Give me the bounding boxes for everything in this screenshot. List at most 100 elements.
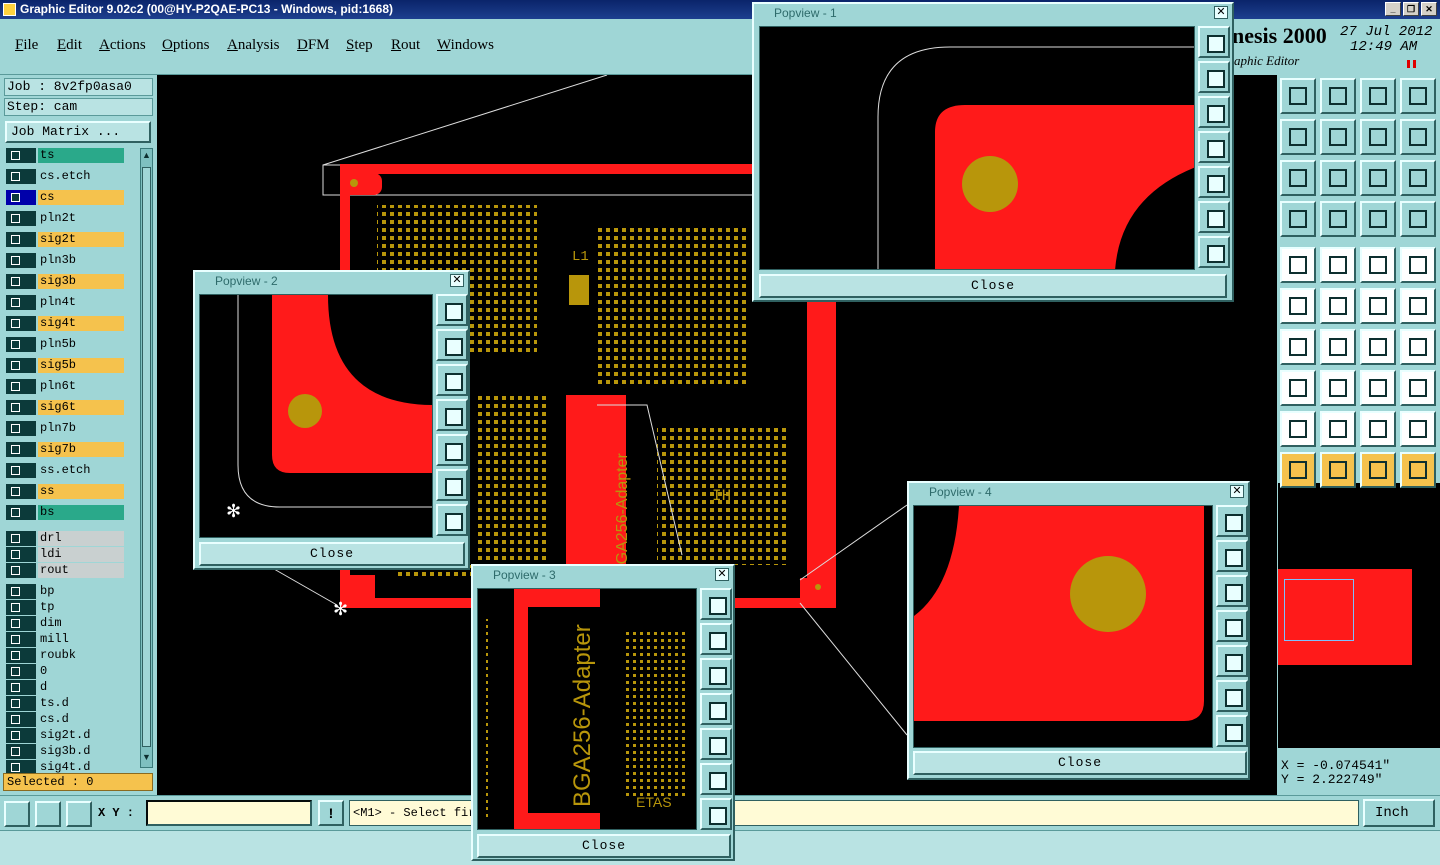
popview-close-icon[interactable]: ✕ (1230, 485, 1244, 498)
layer-row[interactable]: ldi (6, 547, 124, 562)
popview-canvas[interactable] (913, 505, 1213, 748)
layer-checkbox[interactable] (6, 728, 36, 743)
layer-row[interactable]: rout (6, 563, 124, 578)
layer-name[interactable]: cs (38, 190, 124, 205)
grid-icon[interactable] (66, 801, 92, 827)
sync-icon[interactable] (1400, 119, 1436, 155)
layer-name[interactable]: bp (38, 584, 124, 599)
route-icon[interactable] (1400, 452, 1436, 488)
zoom-up-icon[interactable] (1216, 540, 1248, 572)
layer-checkbox[interactable] (6, 584, 36, 599)
layer-checkbox[interactable] (6, 421, 36, 436)
layer-checkbox[interactable] (6, 680, 36, 695)
layer-checkbox[interactable] (6, 744, 36, 759)
zoom-home-icon[interactable] (1280, 78, 1316, 114)
overview-viewport[interactable] (1284, 579, 1354, 641)
layer-row[interactable]: sig3b (6, 274, 124, 289)
layers-active-icon[interactable] (1400, 201, 1436, 237)
pan-right-icon[interactable] (1320, 119, 1356, 155)
layer-checkbox[interactable] (6, 696, 36, 711)
layer-row[interactable]: sig5b (6, 358, 124, 373)
layer-checkbox[interactable] (6, 632, 36, 647)
layer-name[interactable]: pln3b (38, 253, 124, 268)
popview-close-icon[interactable]: ✕ (1214, 6, 1228, 19)
layer-name[interactable]: sig7b (38, 442, 124, 457)
layer-row[interactable]: ss.etch (6, 463, 124, 478)
layer-name[interactable]: bs (38, 505, 124, 520)
pointer-icon[interactable] (1280, 452, 1316, 488)
layer-name[interactable]: sig2t (38, 232, 124, 247)
popview-close-icon[interactable]: ✕ (715, 568, 729, 581)
line-icon[interactable] (1320, 370, 1356, 406)
zoom-up-icon[interactable] (700, 623, 732, 655)
pan-left-icon[interactable] (700, 693, 732, 725)
popview-close-button[interactable]: Close (199, 542, 465, 566)
layer-row[interactable]: bs (6, 505, 124, 520)
layer-name[interactable]: pln7b (38, 421, 124, 436)
layer-row[interactable]: dim (6, 616, 124, 631)
layer-row[interactable]: pln7b (6, 421, 124, 436)
layer-row[interactable]: pln5b (6, 337, 124, 352)
key-icon[interactable] (1320, 201, 1356, 237)
pan-left-icon[interactable] (436, 399, 468, 431)
layer-row[interactable]: cs.etch (6, 169, 124, 184)
layer-row[interactable]: 0 (6, 664, 124, 679)
zoom-down-icon[interactable] (436, 364, 468, 396)
restore-view-icon[interactable] (700, 588, 732, 620)
move-icon[interactable] (1360, 288, 1396, 324)
layer-row[interactable]: sig6t (6, 400, 124, 415)
layer-row[interactable]: sig2t.d (6, 728, 124, 743)
layer-name[interactable]: sig4t (38, 316, 124, 331)
popview-canvas[interactable]: BGA256-Adapter ETAS (477, 588, 697, 830)
layers-icon[interactable] (1360, 201, 1396, 237)
layer-checkbox[interactable] (6, 253, 36, 268)
minimize-button[interactable]: _ (1385, 2, 1401, 16)
scale-1-2-icon[interactable] (1360, 160, 1396, 196)
layer-row[interactable]: ss (6, 484, 124, 499)
layer-row[interactable]: pln6t (6, 379, 124, 394)
zoom-out-icon[interactable] (1320, 160, 1356, 196)
scroll-up-icon[interactable]: ▲ (142, 151, 151, 160)
layer-row[interactable]: d (6, 680, 124, 695)
menu-analysis[interactable]: Analysis (227, 37, 280, 54)
pan-right-icon[interactable] (1216, 645, 1248, 677)
measure-icon[interactable] (35, 801, 61, 827)
layer-name[interactable]: cs.etch (38, 169, 124, 184)
center-icon[interactable] (436, 504, 468, 536)
layer-name[interactable]: ldi (38, 547, 124, 562)
mirror-icon[interactable] (1360, 119, 1396, 155)
menu-dfm[interactable]: DFM (297, 37, 330, 54)
cross-icon[interactable] (1320, 288, 1356, 324)
layer-row[interactable]: mill (6, 632, 124, 647)
layer-checkbox[interactable] (6, 505, 36, 520)
arch-alt-icon[interactable] (1400, 411, 1436, 447)
layer-row[interactable]: sig2t (6, 232, 124, 247)
layer-name[interactable]: cs.d (38, 712, 124, 727)
layer-checkbox[interactable] (6, 712, 36, 727)
layer-checkbox[interactable] (6, 463, 36, 478)
snap-icon[interactable] (1280, 288, 1316, 324)
triangle-icon[interactable] (1280, 411, 1316, 447)
pan-right-icon[interactable] (1198, 166, 1230, 198)
triangle-alt-icon[interactable] (1320, 411, 1356, 447)
popview-canvas[interactable]: ✻ (199, 294, 433, 538)
layer-checkbox[interactable] (6, 358, 36, 373)
popview-canvas[interactable] (759, 26, 1195, 270)
menu-step[interactable]: Step (346, 37, 373, 54)
layer-name[interactable]: ss.etch (38, 463, 124, 478)
layer-checkbox[interactable] (6, 664, 36, 679)
center-icon[interactable] (1216, 715, 1248, 747)
layer-row[interactable]: pln3b (6, 253, 124, 268)
layer-checkbox[interactable] (6, 379, 36, 394)
layer-checkbox[interactable] (6, 531, 36, 546)
connect-icon[interactable] (1280, 370, 1316, 406)
layer-name[interactable]: d (38, 680, 124, 695)
fit-icon[interactable] (700, 763, 732, 795)
layer-name[interactable]: sig3b (38, 274, 124, 289)
overview-map[interactable] (1278, 483, 1440, 748)
popview-close-button[interactable]: Close (477, 834, 731, 858)
split-view-icon[interactable] (1400, 78, 1436, 114)
settings-icon[interactable] (1280, 201, 1316, 237)
layer-checkbox[interactable] (6, 337, 36, 352)
fit-icon[interactable] (436, 469, 468, 501)
